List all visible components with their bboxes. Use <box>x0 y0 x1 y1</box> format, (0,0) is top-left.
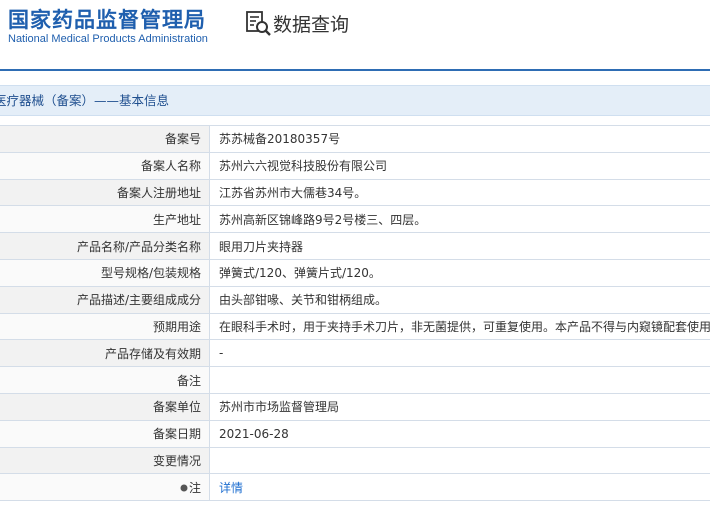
note-value-cell: 详情 <box>209 473 710 502</box>
field-value: 苏州市市场监督管理局 <box>209 392 710 421</box>
field-value: 弹簧式/120、弹簧片式/120。 <box>209 258 710 287</box>
field-label: 变更情况 <box>0 446 210 475</box>
table-row: 备案号 苏苏械备20180357号 <box>0 125 710 153</box>
field-value: 由头部钳喙、关节和钳柄组成。 <box>209 285 710 314</box>
table-row: 备案日期 2021-06-28 <box>0 419 710 448</box>
table-row-note: 注 详情 <box>0 473 710 502</box>
field-label: 型号规格/包装规格 <box>0 258 210 287</box>
table-row: 备注 <box>0 366 710 394</box>
agency-name-en: National Medical Products Administration <box>8 33 208 45</box>
data-query-label: 数据查询 <box>273 13 350 36</box>
table-row: 产品描述/主要组成成分 由头部钳喙、关节和钳柄组成。 <box>0 285 710 314</box>
table-row: 备案人注册地址 江苏省苏州市大儒巷34号。 <box>0 178 710 207</box>
section-header: 医疗器械（备案）——基本信息 <box>0 85 710 116</box>
section-title: 医疗器械（备案）——基本信息 <box>0 93 170 108</box>
field-label: 生产地址 <box>0 205 210 234</box>
field-value: - <box>209 339 710 368</box>
table-row: 预期用途 在眼科手术时，用于夹持手术刀片，非无菌提供，可重复使用。本产品不得与内… <box>0 312 710 341</box>
field-value <box>209 446 710 475</box>
field-label: 产品描述/主要组成成分 <box>0 285 210 314</box>
field-value: 2021-06-28 <box>209 419 710 448</box>
table-row: 产品存储及有效期 - <box>0 339 710 368</box>
agency-name-cn: 国家药品监督管理局 <box>8 8 206 32</box>
table-row: 型号规格/包装规格 弹簧式/120、弹簧片式/120。 <box>0 258 710 287</box>
details-link[interactable]: 详情 <box>219 481 243 495</box>
table-row: 产品名称/产品分类名称 眼用刀片夹持器 <box>0 232 710 260</box>
field-label: 备案人注册地址 <box>0 178 210 207</box>
field-label: 备案号 <box>0 125 210 153</box>
document-search-icon <box>246 11 271 36</box>
field-label: 备案单位 <box>0 392 210 421</box>
table-row: 备案人名称 苏州六六视觉科技股份有限公司 <box>0 151 710 180</box>
field-label: 预期用途 <box>0 312 210 341</box>
field-label: 备案人名称 <box>0 151 210 180</box>
field-value <box>209 366 710 394</box>
field-label: 产品名称/产品分类名称 <box>0 232 210 260</box>
site-header: 国家药品监督管理局 National Medical Products Admi… <box>0 0 710 70</box>
table-row: 变更情况 <box>0 446 710 475</box>
field-value: 苏苏械备20180357号 <box>209 125 710 153</box>
field-value: 苏州六六视觉科技股份有限公司 <box>209 151 710 180</box>
note-label: 注 <box>188 480 201 495</box>
table-row: 生产地址 苏州高新区锦峰路9号2号楼三、四层。 <box>0 205 710 234</box>
field-value: 眼用刀片夹持器 <box>209 232 710 260</box>
note-label-cell: 注 <box>0 473 210 502</box>
field-value: 苏州高新区锦峰路9号2号楼三、四层。 <box>209 205 710 234</box>
field-label: 备案日期 <box>0 419 210 448</box>
field-value: 在眼科手术时，用于夹持手术刀片，非无菌提供，可重复使用。本产品不得与内窥镜配套使… <box>209 312 710 341</box>
table-row: 备案单位 苏州市市场监督管理局 <box>0 392 710 421</box>
header-divider <box>0 69 710 71</box>
bullet-dot-icon <box>180 484 188 492</box>
basic-info-table: 备案号 苏苏械备20180357号 备案人名称 苏州六六视觉科技股份有限公司 备… <box>0 125 710 502</box>
field-label: 备注 <box>0 366 210 394</box>
data-query-link[interactable]: 数据查询 <box>245 9 349 37</box>
field-label: 产品存储及有效期 <box>0 339 210 368</box>
field-value: 江苏省苏州市大儒巷34号。 <box>209 178 710 207</box>
